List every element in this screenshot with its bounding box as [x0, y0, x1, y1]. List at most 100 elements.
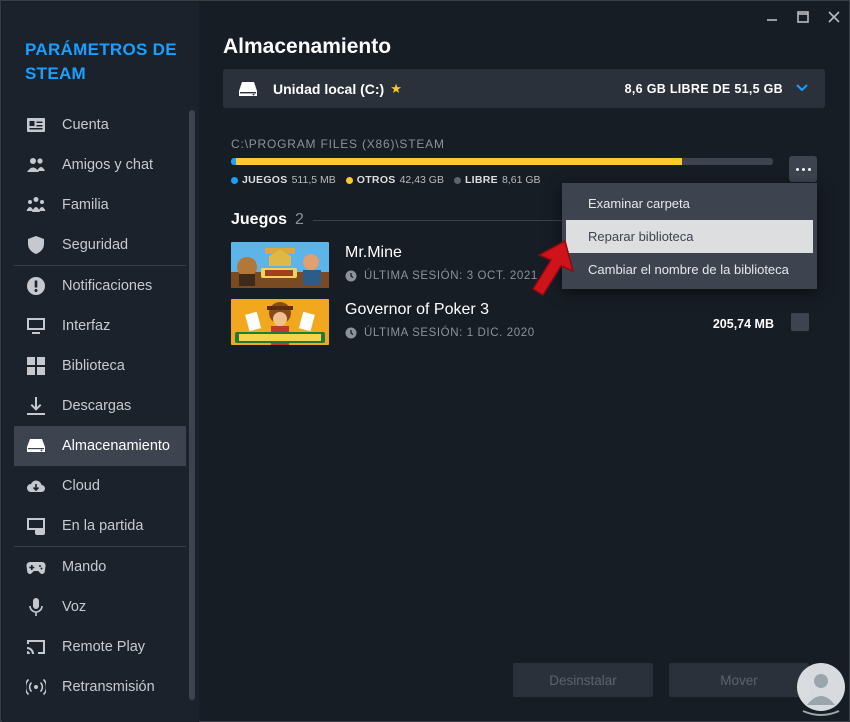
storage-usage-bar [231, 158, 773, 165]
sidebar-nav: Cuenta Amigos y chat Familia Seguridad Notif… [14, 105, 186, 707]
clock-icon [345, 270, 357, 282]
close-icon [828, 11, 840, 23]
game-last-session: ÚLTIMA SESIÓN: 1 DIC. 2020 [345, 327, 535, 339]
library-grid-icon [26, 356, 46, 376]
steam-settings-window: PARÁMETROS DE STEAM Cuenta Amigos y chat F… [0, 0, 850, 722]
game-last-session-text: ÚLTIMA SESIÓN: 1 DIC. 2020 [364, 327, 535, 339]
drive-name: Unidad local (C:) [273, 80, 385, 97]
close-button[interactable] [823, 7, 845, 27]
mr-mine-thumbnail [231, 242, 329, 288]
family-icon [26, 195, 46, 215]
sidebar-item-voz[interactable]: Voz [14, 587, 186, 627]
games-header-label: Juegos [231, 211, 288, 228]
sidebar-item-amigos[interactable]: Amigos y chat [14, 145, 186, 185]
legend-value: 511,5 MB [291, 174, 336, 186]
minimize-button[interactable] [761, 7, 783, 27]
sidebar-item-en-la-partida[interactable]: En la partida [14, 506, 186, 546]
legend-dot [345, 176, 353, 184]
sidebar-item-label: Seguridad [62, 237, 129, 253]
legend-label: JUEGOS [242, 174, 288, 186]
sidebar-item-cuenta[interactable]: Cuenta [14, 105, 186, 145]
broadcast-icon [26, 677, 46, 697]
games-count: 2 [295, 211, 304, 228]
page-title: Almacenamiento [223, 35, 392, 58]
sidebar: PARÁMETROS DE STEAM Cuenta Amigos y chat F… [2, 2, 199, 722]
move-button[interactable]: Mover [669, 663, 809, 697]
cast-icon [26, 637, 46, 657]
sidebar-item-mando[interactable]: Mando [14, 547, 186, 587]
legend-item-juegos: JUEGOS 511,5 MB [231, 174, 336, 186]
sidebar-item-biblioteca[interactable]: Biblioteca [14, 346, 186, 386]
sidebar-item-label: Cuenta [62, 117, 109, 133]
legend-item-otros: OTROS 42,43 GB [345, 174, 444, 186]
drive-icon [26, 436, 46, 456]
sidebar-item-remote-play[interactable]: Remote Play [14, 627, 186, 667]
sidebar-item-familia[interactable]: Familia [14, 185, 186, 225]
drive-select[interactable]: Unidad local (C:) ★ 8,6 GB LIBRE DE 51,5… [223, 69, 825, 108]
storage-legend: JUEGOS 511,5 MB OTROS 42,43 GB LIBRE 8,61 GB [231, 174, 551, 186]
id-card-icon [26, 115, 46, 135]
sidebar-item-label: Familia [62, 197, 109, 213]
sidebar-item-label: Amigos y chat [62, 157, 154, 173]
sidebar-item-label: En la partida [62, 518, 144, 534]
game-name: Governor of Poker 3 [345, 301, 490, 318]
usage-segment-libre [682, 158, 773, 165]
chevron-down-icon [796, 84, 808, 92]
watermark-logo-icon [797, 663, 845, 716]
sidebar-item-label: Mando [62, 559, 107, 575]
game-size: 205,74 MB [712, 317, 774, 331]
legend-label: OTROS [356, 174, 396, 186]
sidebar-item-label: Remote Play [62, 639, 146, 655]
context-menu-item[interactable]: Examinar carpeta [566, 187, 813, 220]
maximize-icon [797, 11, 809, 23]
sidebar-item-label: Cloud [62, 478, 100, 494]
monitor-icon [26, 316, 46, 336]
red-arrow-icon [532, 240, 574, 296]
sidebar-item-label: Voz [62, 599, 87, 615]
context-menu-item[interactable]: Reparar biblioteca [566, 220, 813, 253]
legend-label: LIBRE [464, 174, 498, 186]
sidebar-item-descargas[interactable]: Descargas [14, 386, 186, 426]
in-game-icon [26, 516, 46, 536]
sidebar-item-label: Descargas [62, 398, 132, 414]
favorite-star-icon: ★ [390, 80, 402, 96]
minimize-icon [767, 19, 777, 21]
notification-icon [26, 276, 46, 296]
cloud-icon [26, 476, 46, 496]
shield-icon [26, 235, 46, 255]
sidebar-title: PARÁMETROS DE STEAM [25, 40, 177, 83]
library-context-menu: Examinar carpeta Reparar biblioteca Cambia… [562, 183, 817, 289]
dot [795, 167, 799, 171]
sidebar-item-label: Notificaciones [62, 278, 153, 294]
legend-dot [453, 176, 461, 184]
game-last-session-text: ÚLTIMA SESIÓN: 3 OCT. 2021 [364, 270, 538, 282]
sidebar-item-interfaz[interactable]: Interfaz [14, 306, 186, 346]
game-row[interactable]: Governor of Poker 3 ÚLTIMA SESIÓN: 1 DIC… [231, 299, 821, 345]
library-path: C:\PROGRAM FILES (X86)\STEAM [231, 137, 445, 151]
sidebar-item-cloud[interactable]: Cloud [14, 466, 186, 506]
sidebar-item-seguridad[interactable]: Seguridad [14, 225, 186, 265]
uninstall-button[interactable]: Desinstalar [513, 663, 653, 697]
microphone-icon [26, 597, 46, 617]
dot [801, 167, 805, 171]
clock-icon [345, 327, 357, 339]
legend-value: 8,61 GB [501, 174, 541, 186]
game-last-session: ÚLTIMA SESIÓN: 3 OCT. 2021 [345, 270, 538, 282]
context-menu-item[interactable]: Cambiar el nombre de la biblioteca [566, 253, 813, 286]
sidebar-item-retransmision[interactable]: Retransmisión [14, 667, 186, 707]
maximize-button[interactable] [792, 7, 814, 27]
gamepad-icon [26, 557, 46, 577]
download-icon [26, 396, 46, 416]
sidebar-item-almacenamiento[interactable]: Almacenamiento [14, 426, 186, 466]
game-select-checkbox[interactable] [791, 313, 809, 331]
friends-icon [26, 155, 46, 175]
sidebar-item-notificaciones[interactable]: Notificaciones [14, 266, 186, 306]
sidebar-scrollbar[interactable] [189, 110, 195, 700]
more-options-button[interactable] [789, 156, 817, 182]
sidebar-item-label: Biblioteca [62, 358, 125, 374]
legend-dot [231, 176, 238, 184]
usage-segment-otros [236, 158, 683, 165]
legend-item-libre: LIBRE 8,61 GB [453, 174, 541, 186]
sidebar-item-label: Retransmisión [62, 679, 155, 695]
game-name: Mr.Mine [345, 244, 402, 261]
